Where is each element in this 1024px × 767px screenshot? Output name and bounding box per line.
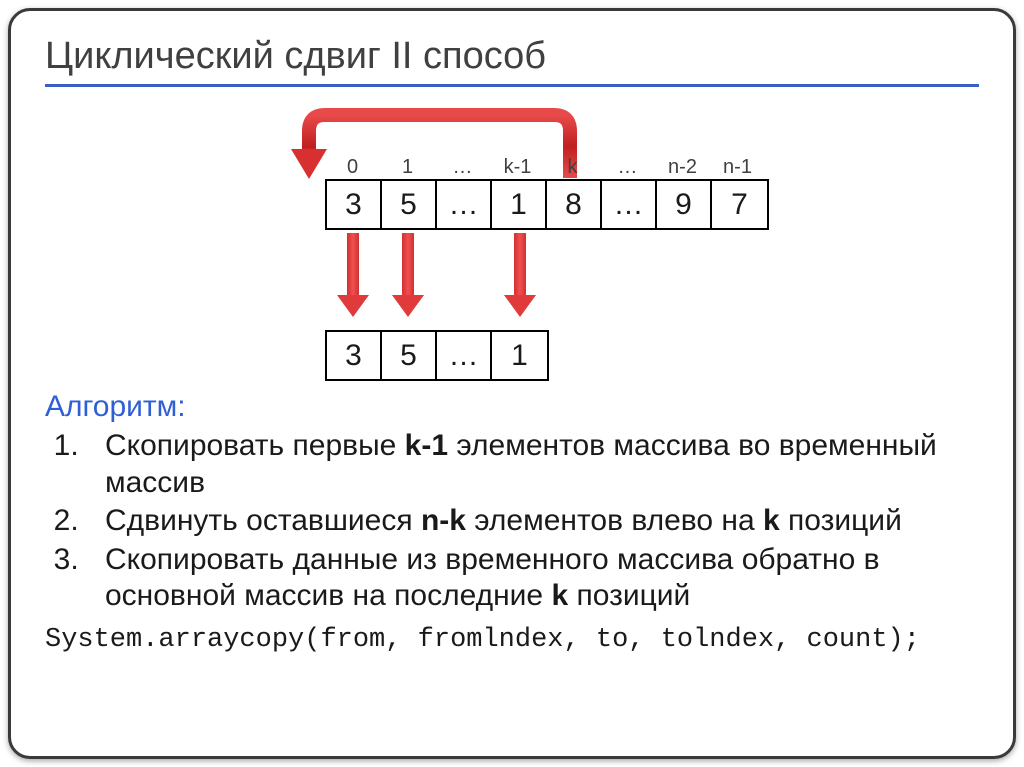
step-item: Скопировать данные из временного массива… <box>87 542 979 615</box>
array-cell: 5 <box>382 181 437 228</box>
array-cell: 8 <box>547 181 602 228</box>
arrow-down-icon <box>345 233 361 317</box>
idx-label: k <box>545 156 600 179</box>
code-snippet: System.arraycopy(from, fromlndex, to, to… <box>45 625 979 655</box>
idx-label: 0 <box>325 156 380 179</box>
array-cell: … <box>437 332 492 379</box>
idx-label: n-1 <box>710 156 765 179</box>
page-title: Циклический сдвиг II способ <box>45 35 979 87</box>
array-cell: … <box>437 181 492 228</box>
slide-frame: Циклический сдвиг II способ 0 1 … k-1 k … <box>8 8 1016 759</box>
step-item: Скопировать первые k-1 элементов массива… <box>87 428 979 501</box>
array-main: 3 5 … 1 8 … 9 7 <box>325 179 769 230</box>
array-cell: 3 <box>327 332 382 379</box>
array-cell: 9 <box>657 181 712 228</box>
idx-label: n-2 <box>655 156 710 179</box>
arrow-down-icon <box>400 233 416 317</box>
array-cell: 5 <box>382 332 437 379</box>
array-cell: 7 <box>712 181 767 228</box>
algorithm-heading: Алгоритм: <box>45 390 979 424</box>
array-cell: … <box>602 181 657 228</box>
figure: 0 1 … k-1 k … n-2 n-1 3 5 … 1 8 … 9 7 3 … <box>45 105 979 390</box>
idx-label: k-1 <box>490 156 545 179</box>
index-labels: 0 1 … k-1 k … n-2 n-1 <box>325 156 765 179</box>
array-temp: 3 5 … 1 <box>325 330 549 381</box>
arrow-down-icon <box>512 233 528 317</box>
array-cell: 1 <box>492 181 547 228</box>
algorithm-steps: Скопировать первые k-1 элементов массива… <box>45 428 979 615</box>
array-cell: 3 <box>327 181 382 228</box>
step-item: Сдвинуть оставшиеся n-k элементов влево … <box>87 503 979 540</box>
idx-label: … <box>600 156 655 179</box>
idx-label: … <box>435 156 490 179</box>
array-cell: 1 <box>492 332 547 379</box>
idx-label: 1 <box>380 156 435 179</box>
